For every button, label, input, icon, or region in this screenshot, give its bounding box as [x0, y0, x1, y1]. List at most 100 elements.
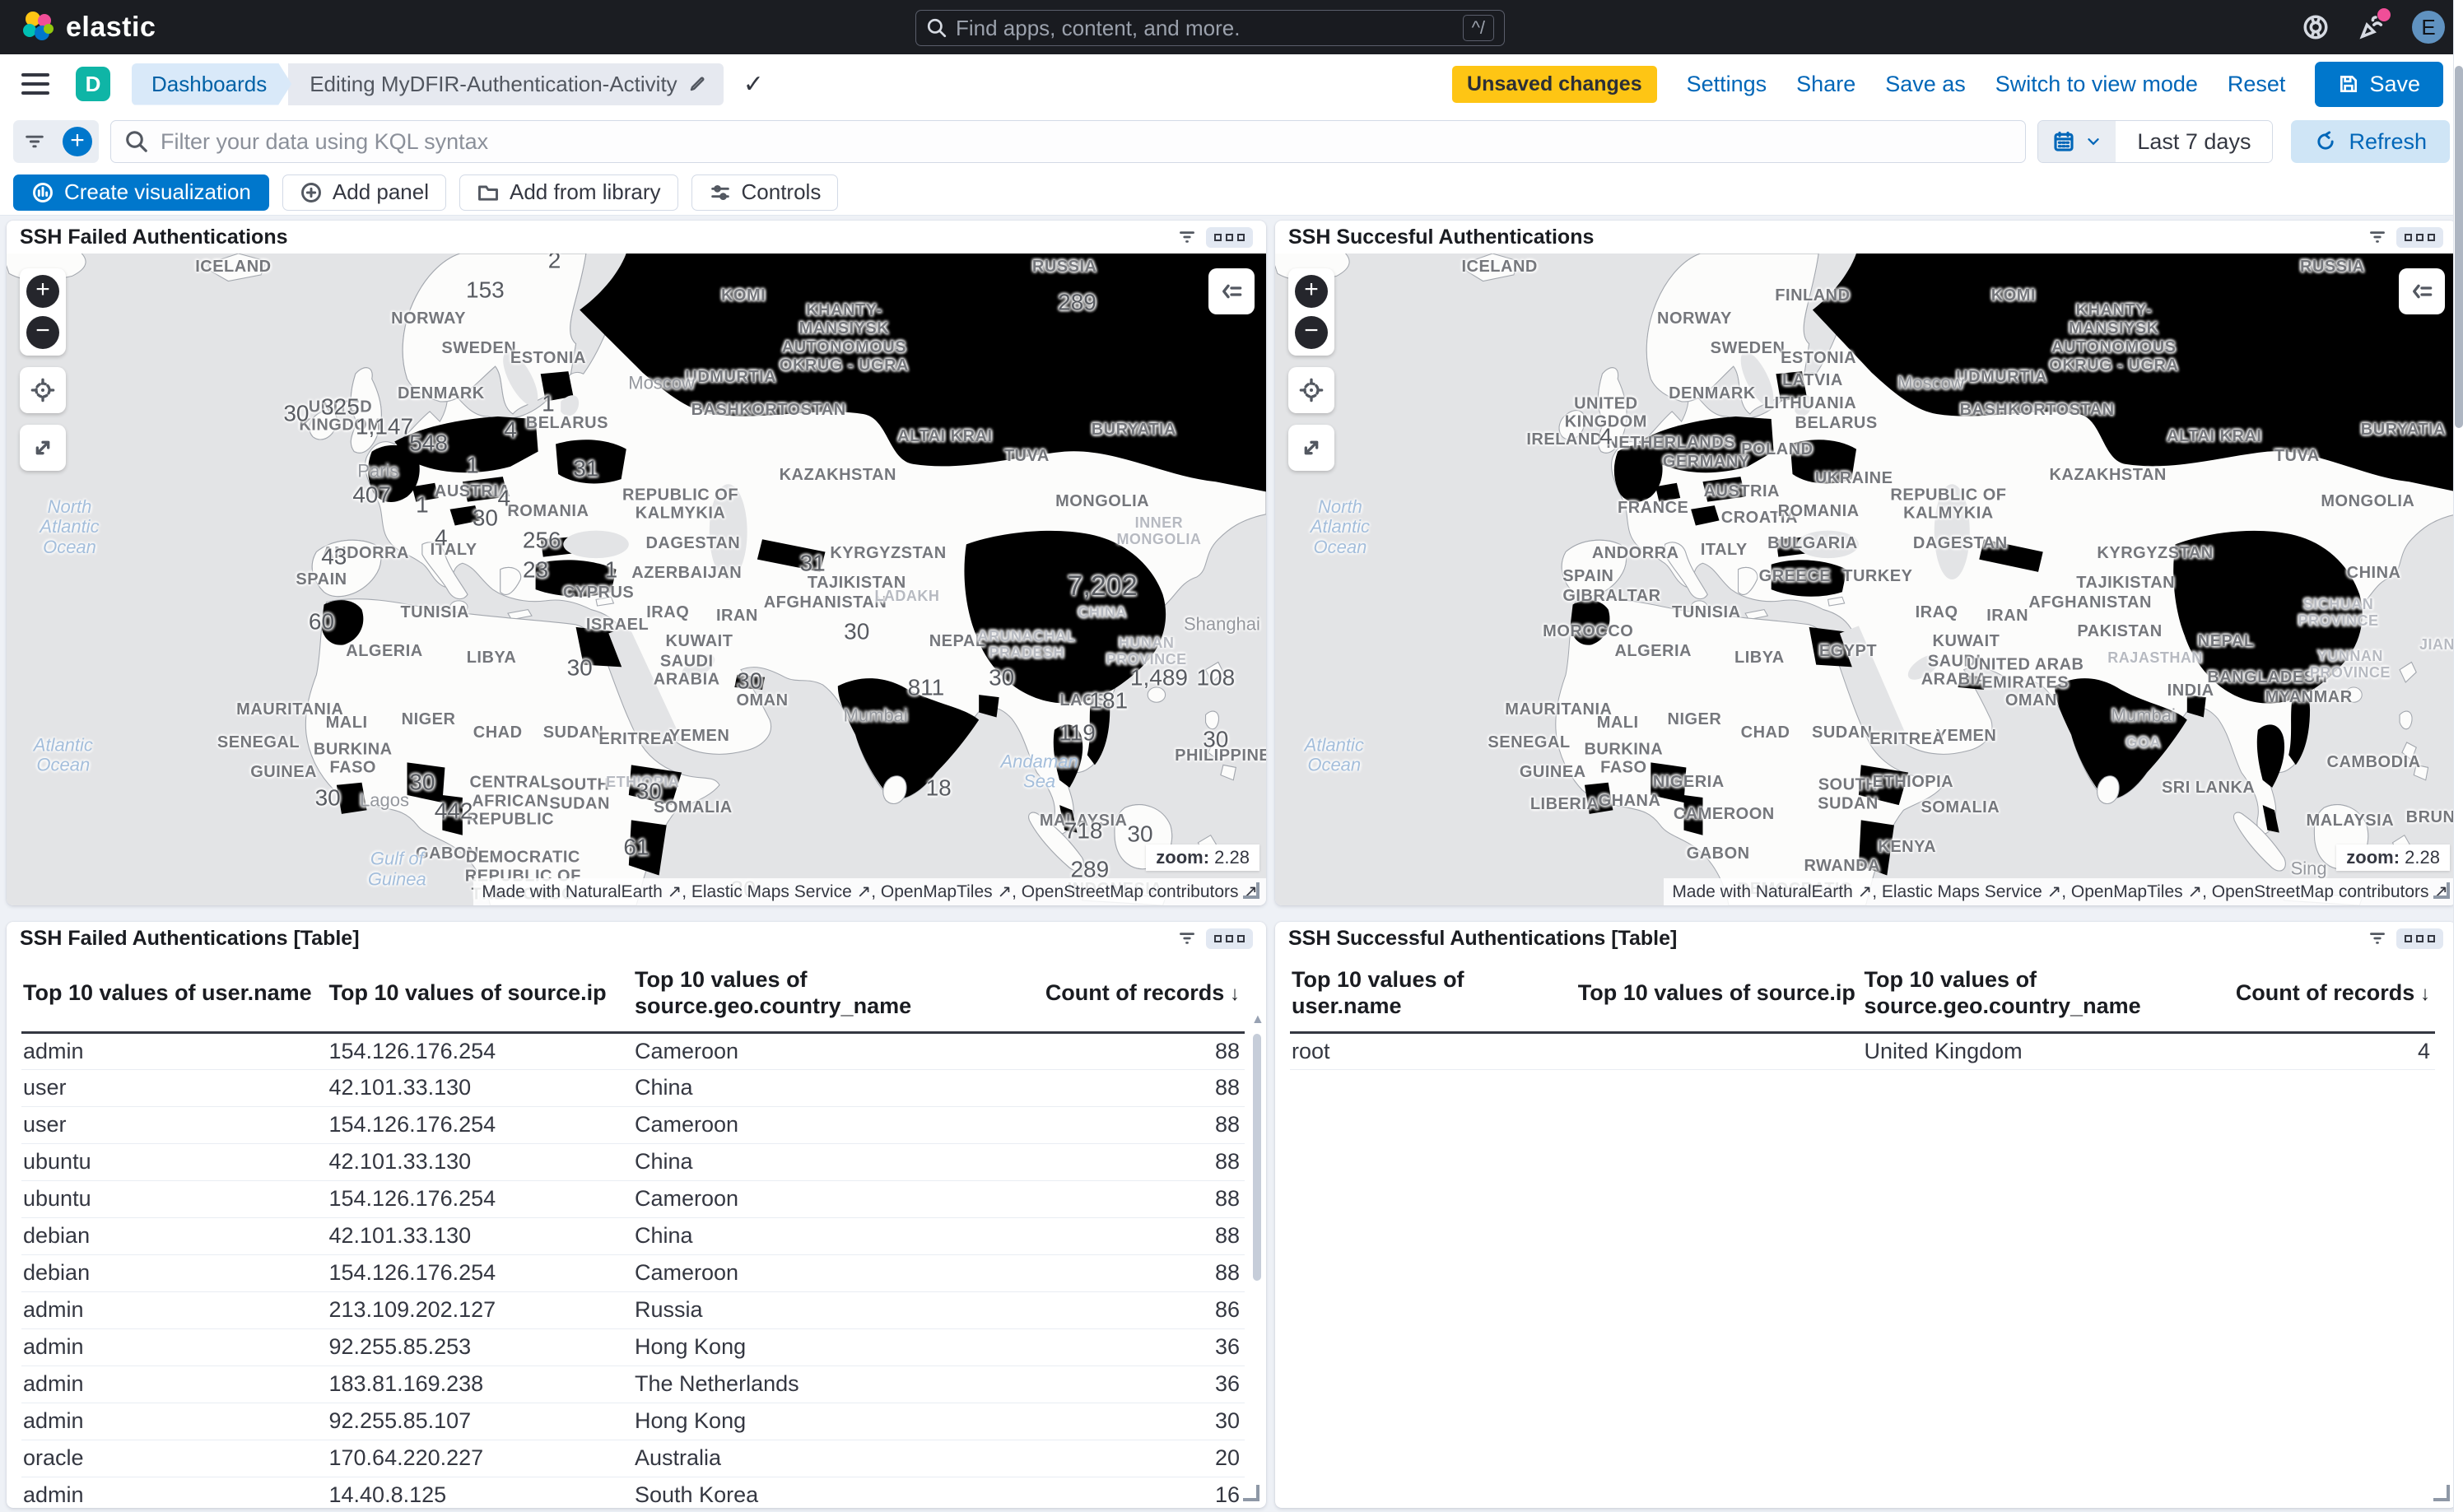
- panel-menu-icon[interactable]: [2396, 928, 2443, 949]
- panel-filter-icon[interactable]: [1176, 226, 1198, 248]
- panel-resize-handle[interactable]: [2433, 882, 2450, 899]
- help-icon[interactable]: [2300, 12, 2331, 43]
- panel-resize-handle[interactable]: [1243, 1485, 1259, 1501]
- table-cell: admin: [21, 1365, 328, 1403]
- map-zoom-level: zoom: 2.28: [2336, 844, 2450, 871]
- switch-view-mode-link[interactable]: Switch to view mode: [1995, 72, 2198, 97]
- attribution-link[interactable]: Elastic Maps Service: [691, 882, 857, 901]
- map-expand-button[interactable]: [1288, 425, 1334, 471]
- column-header[interactable]: Top 10 values of source.ip: [1576, 958, 1863, 1032]
- edit-pencil-icon[interactable]: [687, 74, 707, 94]
- map-attribution[interactable]: Made with NaturalEarth ↗, Elastic Maps S…: [1664, 878, 2456, 905]
- page-scrollbar[interactable]: [2453, 0, 2463, 1512]
- table-cell: Australia: [633, 1440, 1000, 1477]
- table-cell: root: [1290, 1032, 1576, 1069]
- table-cell: 14.40.8.125: [328, 1477, 634, 1508]
- table-row[interactable]: debian42.101.33.130China88: [21, 1217, 1245, 1254]
- table-row[interactable]: rootUnited Kingdom4: [1290, 1032, 2435, 1069]
- avatar[interactable]: E: [2412, 11, 2445, 44]
- breadcrumb-dashboards[interactable]: Dashboards: [132, 63, 291, 105]
- global-search-input[interactable]: Find apps, content, and more. ^/: [915, 10, 1505, 46]
- map-zoom-out-button[interactable]: −: [26, 316, 59, 349]
- table-row[interactable]: debian154.126.176.254Cameroon88: [21, 1254, 1245, 1291]
- map-legend-toggle-button[interactable]: [1208, 268, 1255, 314]
- add-filter-button[interactable]: +: [56, 120, 99, 163]
- map-locate-button[interactable]: [20, 367, 66, 413]
- save-icon: [2338, 73, 2359, 95]
- column-header[interactable]: Top 10 values of source.geo.country_name: [633, 958, 1000, 1032]
- map-locate-button[interactable]: [1288, 367, 1334, 413]
- map-zoom-out-button[interactable]: −: [1295, 316, 1328, 349]
- attribution-link[interactable]: OpenMapTiles: [2071, 882, 2188, 901]
- save-as-link[interactable]: Save as: [1885, 72, 1966, 97]
- reset-link[interactable]: Reset: [2228, 72, 2286, 97]
- column-header[interactable]: Top 10 values of user.name: [1290, 958, 1576, 1032]
- table-cell: user: [21, 1106, 328, 1143]
- table-row[interactable]: user42.101.33.130China88: [21, 1069, 1245, 1106]
- column-header[interactable]: Top 10 values of source.ip: [328, 958, 634, 1032]
- collapse-legend-icon: [1218, 278, 1245, 305]
- panel-filter-icon[interactable]: [2367, 928, 2388, 949]
- save-button[interactable]: Save: [2315, 62, 2443, 107]
- panel-menu-icon[interactable]: [1206, 928, 1253, 949]
- breadcrumb-current[interactable]: Editing MyDFIR-Authentication-Activity: [288, 63, 723, 105]
- table-row[interactable]: admin14.40.8.125South Korea16: [21, 1477, 1245, 1508]
- attribution-link[interactable]: NaturalEarth: [1756, 882, 1858, 901]
- table-row[interactable]: ubuntu42.101.33.130China88: [21, 1143, 1245, 1180]
- map-zoom-in-button[interactable]: +: [1295, 275, 1328, 308]
- table-row[interactable]: admin213.109.202.127Russia86: [21, 1291, 1245, 1328]
- chevron-down-icon: [2084, 133, 2102, 151]
- panel-menu-icon[interactable]: [2396, 227, 2443, 248]
- map-legend-toggle-button[interactable]: [2399, 268, 2445, 314]
- panel-filter-icon[interactable]: [2367, 226, 2388, 248]
- map-attribution[interactable]: Made with NaturalEarth ↗, Elastic Maps S…: [473, 878, 1266, 905]
- create-visualization-button[interactable]: Create visualization: [13, 174, 269, 211]
- plus-icon: +: [63, 127, 92, 156]
- column-header[interactable]: Top 10 values of user.name: [21, 958, 328, 1032]
- refresh-button[interactable]: Refresh: [2291, 120, 2450, 163]
- settings-link[interactable]: Settings: [1687, 72, 1767, 97]
- panel-resize-handle[interactable]: [1243, 882, 1259, 899]
- table-row[interactable]: admin92.255.85.107Hong Kong30: [21, 1403, 1245, 1440]
- elastic-logo[interactable]: elastic: [21, 11, 156, 44]
- column-header[interactable]: Count of records ↓: [1000, 958, 1245, 1032]
- failed-auth-map[interactable]: ICELANDNORWAYSWEDENESTONIADENMARKUNITED …: [7, 254, 1266, 905]
- column-header[interactable]: Top 10 values of source.geo.country_name: [1863, 958, 2206, 1032]
- column-header[interactable]: Count of records ↓: [2206, 958, 2435, 1032]
- add-panel-button[interactable]: Add panel: [282, 174, 446, 211]
- table-row[interactable]: admin92.255.85.253Hong Kong36: [21, 1328, 1245, 1365]
- filter-menu-button[interactable]: [13, 120, 56, 163]
- panel-menu-icon[interactable]: [1206, 227, 1253, 248]
- news-icon[interactable]: [2356, 12, 2387, 43]
- table-row[interactable]: admin183.81.169.238The Netherlands36: [21, 1365, 1245, 1403]
- table-row[interactable]: oracle170.64.220.227Australia20: [21, 1440, 1245, 1477]
- map-expand-button[interactable]: [20, 425, 66, 471]
- table-row[interactable]: ubuntu154.126.176.254Cameroon88: [21, 1180, 1245, 1217]
- menu-icon[interactable]: [21, 67, 49, 100]
- table-cell: Cameroon: [633, 1106, 1000, 1143]
- table-row[interactable]: user154.126.176.254Cameroon88: [21, 1106, 1245, 1143]
- attribution-link[interactable]: OpenStreetMap contributors: [2212, 882, 2434, 901]
- map-zoom-in-button[interactable]: +: [26, 275, 59, 308]
- calendar-dropdown-button[interactable]: [2038, 121, 2116, 162]
- successful-auth-table: Top 10 values of user.nameTop 10 values …: [1290, 958, 2435, 1070]
- successful-auth-map[interactable]: ICELANDNORWAYSWEDENFINLANDESTONIALATVIAL…: [1275, 254, 2456, 905]
- expand-arrows-icon: [1298, 435, 1325, 461]
- attribution-link[interactable]: OpenMapTiles: [881, 882, 998, 901]
- search-shortcut-hint: ^/: [1463, 15, 1494, 41]
- kql-query-input[interactable]: Filter your data using KQL syntax: [110, 120, 2026, 163]
- share-link[interactable]: Share: [1796, 72, 1855, 97]
- external-link-icon: ↗,: [857, 882, 881, 901]
- table-row[interactable]: admin154.126.176.254Cameroon88: [21, 1032, 1245, 1069]
- space-avatar[interactable]: D: [76, 67, 110, 101]
- controls-button[interactable]: Controls: [691, 174, 839, 211]
- panel-filter-icon[interactable]: [1176, 928, 1198, 949]
- table-scrollbar[interactable]: ▲: [1251, 1012, 1263, 1496]
- panel-resize-handle[interactable]: [2433, 1485, 2450, 1501]
- time-range-value[interactable]: Last 7 days: [2116, 121, 2272, 162]
- attribution-link[interactable]: OpenStreetMap contributors: [1022, 882, 1244, 901]
- add-from-library-button[interactable]: Add from library: [459, 174, 678, 211]
- attribution-link[interactable]: Elastic Maps Service: [1882, 882, 2047, 901]
- attribution-link[interactable]: NaturalEarth: [566, 882, 668, 901]
- table-cell: The Netherlands: [633, 1365, 1000, 1403]
